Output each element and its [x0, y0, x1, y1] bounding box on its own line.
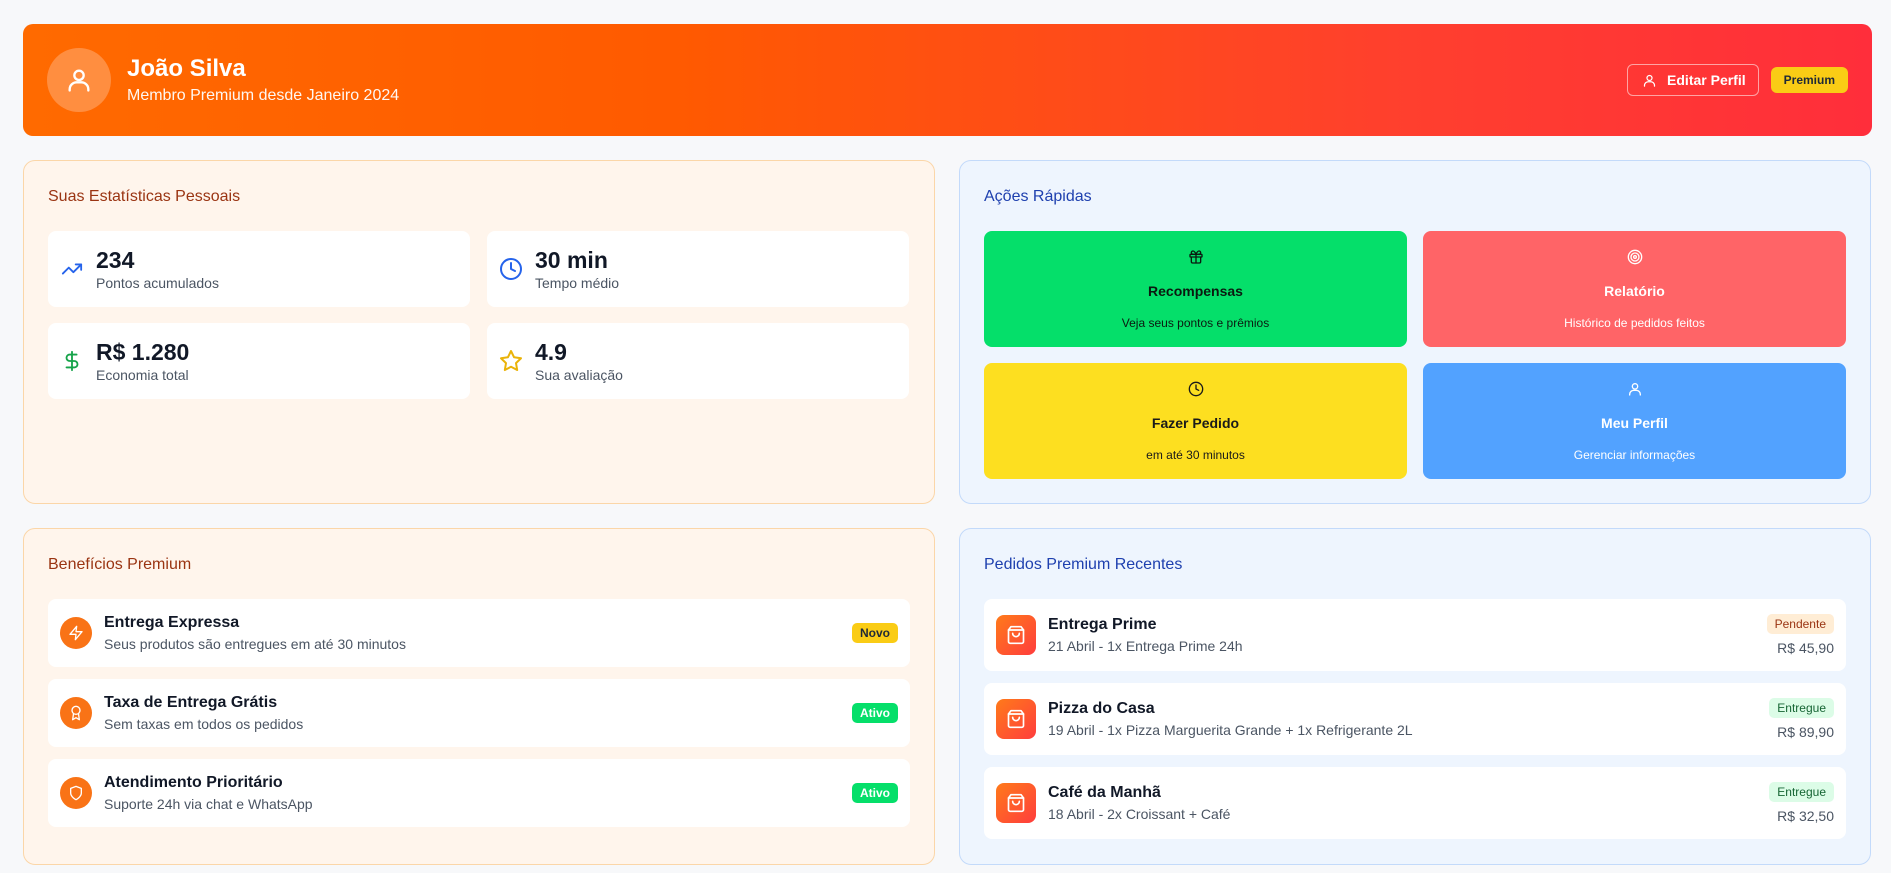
clock-icon — [499, 257, 523, 281]
benefits-panel: Benefícios Premium Entrega Expressa Seus… — [23, 528, 935, 865]
shopping-bag-icon — [996, 783, 1036, 823]
my-profile-button[interactable]: Meu Perfil Gerenciar informações — [1423, 363, 1846, 479]
shield-icon — [60, 777, 92, 809]
benefit-title: Taxa de Entrega Grátis — [104, 694, 278, 711]
stat-value: R$ 1.280 — [96, 338, 190, 365]
status-badge: Ativo — [852, 703, 898, 723]
benefit-subtitle: Suporte 24h via chat e WhatsApp — [104, 796, 313, 812]
gift-icon — [1188, 247, 1204, 267]
order-details: 21 Abril - 1x Entrega Prime 24h — [1048, 638, 1243, 654]
edit-profile-label: Editar Perfil — [1667, 72, 1746, 88]
dollar-icon — [60, 349, 84, 373]
action-subtitle: Histórico de pedidos feitos — [1564, 316, 1705, 330]
benefit-title: Entrega Expressa — [104, 614, 240, 631]
clock-icon — [1188, 379, 1204, 399]
order-item[interactable]: Café da Manhã 18 Abril - 2x Croissant + … — [984, 767, 1846, 839]
benefits-title: Benefícios Premium — [48, 556, 192, 573]
action-title: Fazer Pedido — [1151, 415, 1240, 431]
user-icon — [1643, 74, 1656, 87]
edit-profile-button[interactable]: Editar Perfil — [1627, 64, 1759, 96]
user-name: João Silva — [127, 54, 246, 82]
stat-label: Tempo médio — [535, 274, 620, 291]
user-icon — [1627, 379, 1643, 399]
order-title: Pizza do Casa — [1048, 700, 1155, 717]
action-subtitle: Veja seus pontos e prêmios — [1121, 316, 1270, 330]
stat-card-points: 234 Pontos acumulados — [48, 231, 470, 307]
stat-value: 234 — [96, 246, 135, 273]
stat-value: 30 min — [535, 246, 608, 273]
action-subtitle: em até 30 minutos — [1146, 448, 1245, 462]
stat-card-rating: 4.9 Sua avaliação — [487, 323, 909, 399]
order-price: R$ 89,90 — [1777, 724, 1834, 740]
benefit-title: Atendimento Prioritário — [104, 774, 283, 791]
stat-label: Pontos acumulados — [96, 274, 219, 291]
stat-label: Sua avaliação — [535, 366, 623, 383]
order-title: Café da Manhã — [1048, 784, 1161, 801]
target-icon — [1627, 247, 1643, 267]
action-title: Relatório — [1604, 283, 1665, 299]
action-title: Recompensas — [1148, 283, 1243, 299]
order-price: R$ 45,90 — [1777, 640, 1834, 656]
stats-title: Suas Estatísticas Pessoais — [48, 188, 241, 205]
status-badge: Entregue — [1769, 698, 1834, 718]
recent-orders-panel: Pedidos Premium Recentes Entrega Prime 2… — [959, 528, 1871, 865]
order-details: 19 Abril - 1x Pizza Marguerita Grande + … — [1048, 722, 1413, 738]
benefit-item: Atendimento Prioritário Suporte 24h via … — [48, 759, 910, 827]
avatar[interactable] — [47, 48, 111, 112]
trending-up-icon — [60, 257, 84, 281]
action-subtitle: Gerenciar informações — [1573, 448, 1696, 462]
stat-card-time: 30 min Tempo médio — [487, 231, 909, 307]
status-badge: Novo — [852, 623, 898, 643]
profile-header: João Silva Membro Premium desde Janeiro … — [23, 24, 1872, 136]
quick-actions-panel: Ações Rápidas Recompensas Veja seus pont… — [959, 160, 1871, 504]
action-title: Meu Perfil — [1601, 415, 1668, 431]
orders-title: Pedidos Premium Recentes — [984, 556, 1183, 573]
stat-card-savings: R$ 1.280 Economia total — [48, 323, 470, 399]
membership-text: Membro Premium desde Janeiro 2024 — [127, 86, 400, 104]
stat-label: Economia total — [96, 366, 189, 383]
actions-title: Ações Rápidas — [984, 188, 1092, 205]
benefit-subtitle: Sem taxas em todos os pedidos — [104, 716, 304, 732]
order-price: R$ 32,50 — [1777, 808, 1834, 824]
order-item[interactable]: Pizza do Casa 19 Abril - 1x Pizza Margue… — [984, 683, 1846, 755]
stats-panel: Suas Estatísticas Pessoais 234 Pontos ac… — [23, 160, 935, 504]
lightning-icon — [60, 617, 92, 649]
benefit-item: Entrega Expressa Seus produtos são entre… — [48, 599, 910, 667]
report-button[interactable]: Relatório Histórico de pedidos feitos — [1423, 231, 1846, 347]
order-details: 18 Abril - 2x Croissant + Café — [1048, 806, 1231, 822]
benefit-subtitle: Seus produtos são entregues em até 30 mi… — [104, 636, 406, 652]
status-badge: Ativo — [852, 783, 898, 803]
premium-badge: Premium — [1770, 67, 1848, 93]
benefit-item: Taxa de Entrega Grátis Sem taxas em todo… — [48, 679, 910, 747]
award-icon — [60, 697, 92, 729]
order-title: Entrega Prime — [1048, 616, 1157, 633]
place-order-button[interactable]: Fazer Pedido em até 30 minutos — [984, 363, 1407, 479]
status-badge: Pendente — [1766, 614, 1834, 634]
stat-value: 4.9 — [535, 338, 567, 365]
star-icon — [499, 349, 523, 373]
order-item[interactable]: Entrega Prime 21 Abril - 1x Entrega Prim… — [984, 599, 1846, 671]
shopping-bag-icon — [996, 699, 1036, 739]
status-badge: Entregue — [1769, 782, 1834, 802]
rewards-button[interactable]: Recompensas Veja seus pontos e prêmios — [984, 231, 1407, 347]
shopping-bag-icon — [996, 615, 1036, 655]
user-icon — [68, 69, 90, 92]
